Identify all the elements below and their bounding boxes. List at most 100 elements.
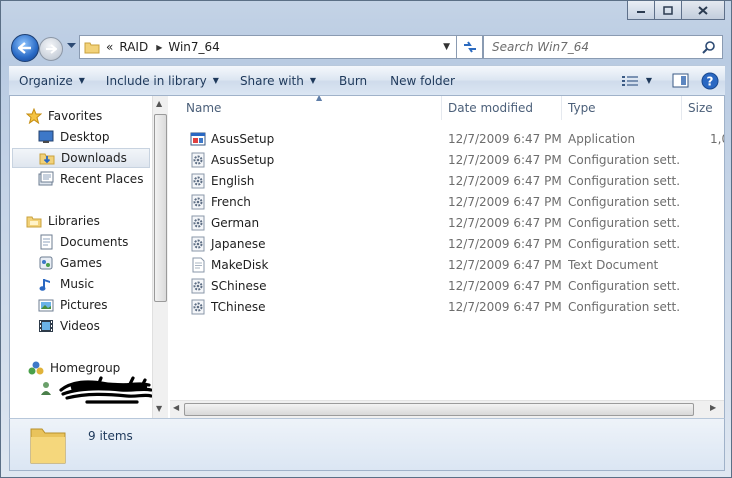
file-name-cell[interactable]: MakeDisk	[190, 254, 440, 275]
command-bar: Organize ▼ Include in library ▼ Share with…	[9, 65, 725, 96]
help-button[interactable]: ?	[701, 72, 719, 90]
nav-desktop[interactable]: Desktop	[38, 127, 152, 147]
navigation-pane-scrollbar[interactable]: ▲ ▼	[152, 96, 168, 418]
nav-favorites[interactable]: Favorites	[26, 106, 152, 126]
back-button[interactable]	[11, 34, 39, 62]
details-pane: 9 items	[9, 418, 725, 471]
column-header-type[interactable]: Type	[562, 96, 682, 120]
file-row[interactable]: AsusSetup 12/7/2009 6:47 PM Application 1,0	[170, 128, 724, 149]
column-header-date-modified[interactable]: Date modified	[442, 96, 562, 120]
address-dropdown-icon[interactable]: ▼	[443, 42, 450, 52]
column-header-name[interactable]: Name ▲	[180, 96, 442, 120]
view-dropdown-icon[interactable]: ▼	[646, 76, 652, 85]
nav-videos-label: Videos	[60, 319, 100, 333]
file-date-modified: 12/7/2009 6:47 PM	[448, 236, 562, 251]
navigation-pane-scroll-thumb[interactable]	[154, 114, 167, 302]
file-name-cell[interactable]: German	[190, 212, 440, 233]
change-view-button[interactable]: ▼	[621, 75, 652, 87]
organize-menu[interactable]: Organize ▼	[9, 74, 94, 88]
nav-downloads[interactable]: Downloads	[12, 148, 150, 168]
search-placeholder: Search Win7_64	[492, 40, 590, 54]
file-row[interactable]: MakeDisk 12/7/2009 6:47 PM Text Document	[170, 254, 724, 275]
nav-games[interactable]: Games	[38, 253, 152, 273]
address-bar[interactable]: « RAID ▶ Win7_64 ▼	[79, 35, 457, 59]
burn-button[interactable]: Burn	[325, 74, 376, 88]
nav-music-label: Music	[60, 277, 95, 291]
scroll-down-arrow-icon[interactable]: ▼	[156, 404, 162, 413]
file-name-cell[interactable]: Japanese	[190, 233, 440, 254]
scroll-left-arrow-icon[interactable]: ◀	[173, 403, 179, 412]
sort-ascending-icon: ▲	[316, 96, 323, 102]
file-row[interactable]: French 12/7/2009 6:47 PM Configuration set…	[170, 191, 724, 212]
breadcrumb-separator-icon[interactable]: ▶	[156, 43, 162, 52]
nav-recent-places[interactable]: Recent Places	[38, 169, 152, 189]
recent-places-icon	[38, 171, 54, 187]
file-row[interactable]: SChinese 12/7/2009 6:47 PM Configuration s…	[170, 275, 724, 296]
file-type: Application	[568, 131, 636, 146]
file-name: German	[211, 215, 260, 230]
nav-favorites-label: Favorites	[48, 109, 103, 123]
nav-homegroup-label: Homegroup	[50, 361, 121, 375]
nav-pictures[interactable]: Pictures	[38, 295, 152, 315]
caption-buttons	[627, 1, 725, 21]
nav-libraries[interactable]: Libraries	[26, 211, 152, 231]
address-overflow[interactable]: «	[106, 40, 113, 54]
breadcrumb-raid[interactable]: RAID	[119, 40, 148, 54]
scroll-up-arrow-icon[interactable]: ▲	[156, 99, 162, 108]
file-size	[710, 254, 724, 275]
file-row[interactable]: English 12/7/2009 6:47 PM Configuration se…	[170, 170, 724, 191]
file-name: TChinese	[211, 299, 266, 314]
file-row[interactable]: TChinese 12/7/2009 6:47 PM Configuration s…	[170, 296, 724, 317]
horizontal-scroll-thumb[interactable]	[184, 403, 694, 416]
file-size	[710, 233, 724, 254]
search-icon[interactable]	[702, 40, 716, 54]
config-file-icon	[190, 152, 206, 168]
config-file-icon	[190, 215, 206, 231]
file-type: Configuration sett...	[568, 152, 680, 167]
forward-button[interactable]	[39, 37, 63, 61]
column-header-date-modified-label: Date modified	[448, 101, 534, 115]
maximize-button[interactable]	[654, 1, 682, 20]
homegroup-icon	[28, 360, 44, 376]
file-name-cell[interactable]: SChinese	[190, 275, 440, 296]
file-row[interactable]: AsusSetup 12/7/2009 6:47 PM Configuration …	[170, 149, 724, 170]
include-in-library-menu[interactable]: Include in library ▼	[94, 74, 228, 88]
nav-homegroup[interactable]: Homegroup	[28, 358, 152, 378]
nav-recent-places-label: Recent Places	[60, 172, 144, 186]
preview-pane-button[interactable]	[672, 73, 689, 88]
refresh-button[interactable]	[457, 35, 483, 59]
minimize-button[interactable]	[627, 1, 655, 20]
file-name-cell[interactable]: TChinese	[190, 296, 440, 317]
recent-pages-dropdown-icon[interactable]	[67, 43, 76, 49]
close-button[interactable]	[681, 1, 725, 20]
column-header-size[interactable]: Size	[682, 96, 724, 120]
nav-videos[interactable]: Videos	[38, 316, 152, 336]
file-date-modified: 12/7/2009 6:47 PM	[448, 194, 562, 209]
file-size	[710, 275, 724, 296]
file-row[interactable]: German 12/7/2009 6:47 PM Configuration set…	[170, 212, 724, 233]
preview-pane-icon	[672, 73, 689, 88]
file-name-cell[interactable]: AsusSetup	[190, 149, 440, 170]
file-row[interactable]: Japanese 12/7/2009 6:47 PM Configuration s…	[170, 233, 724, 254]
share-with-menu[interactable]: Share with ▼	[228, 74, 325, 88]
item-count: 9 items	[88, 429, 133, 443]
file-type: Configuration sett...	[568, 215, 680, 230]
search-box[interactable]: Search Win7_64	[483, 35, 723, 59]
file-name-cell[interactable]: English	[190, 170, 440, 191]
nav-desktop-label: Desktop	[60, 130, 110, 144]
breadcrumb-win7-64[interactable]: Win7_64	[168, 40, 219, 54]
nav-pictures-label: Pictures	[60, 298, 108, 312]
new-folder-button[interactable]: New folder	[376, 74, 464, 88]
file-date-modified: 12/7/2009 6:47 PM	[448, 131, 562, 146]
file-list-horizontal-scrollbar[interactable]: ◀ ▶	[170, 400, 724, 418]
forward-arrow-icon	[46, 44, 57, 54]
file-name-cell[interactable]: French	[190, 191, 440, 212]
file-name-cell[interactable]: AsusSetup	[190, 128, 440, 149]
file-date-modified: 12/7/2009 6:47 PM	[448, 278, 562, 293]
refresh-icon	[463, 41, 476, 53]
nav-documents[interactable]: Documents	[38, 232, 152, 252]
chevron-down-icon: ▼	[212, 76, 219, 85]
scroll-right-arrow-icon[interactable]: ▶	[710, 403, 716, 412]
nav-music[interactable]: Music	[38, 274, 152, 294]
column-header-row: Name ▲ Date modified Type Size	[170, 96, 724, 121]
